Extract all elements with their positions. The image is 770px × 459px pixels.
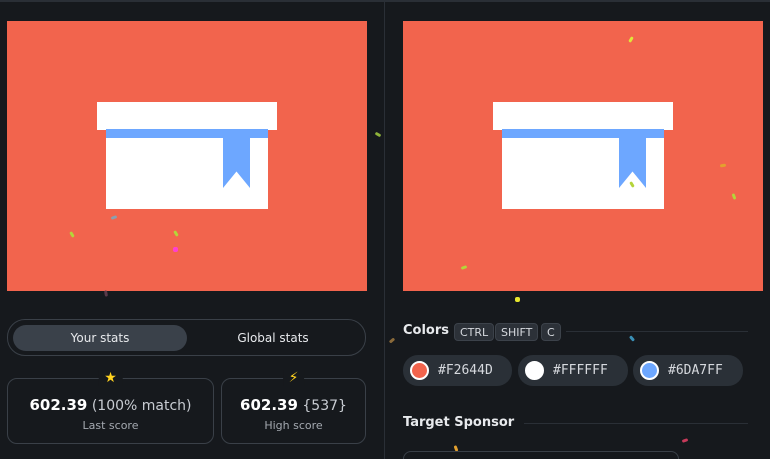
confetti-piece: [628, 335, 636, 342]
sponsor-divider: [524, 423, 748, 424]
colors-heading: Colors: [403, 323, 450, 338]
color-chip-1[interactable]: #F2644D: [403, 355, 512, 386]
color-hex: #6DA7FF: [668, 363, 723, 378]
color-swatch: [525, 361, 544, 380]
color-chip-2[interactable]: #FFFFFF: [518, 355, 628, 386]
stats-toggle: Your stats Global stats: [7, 319, 366, 356]
panel-divider: [384, 0, 385, 459]
high-score-detail: {537}: [302, 398, 347, 414]
star-icon: ★: [98, 370, 123, 386]
box-lid-shape: [493, 102, 673, 130]
confetti-piece: [460, 265, 468, 270]
shortcut-key-c: C: [541, 323, 561, 341]
color-swatch: [410, 361, 429, 380]
confetti-piece: [110, 215, 118, 220]
confetti-piece: [515, 297, 520, 302]
tab-your-stats[interactable]: Your stats: [13, 325, 187, 351]
shortcut-key-shift: SHIFT: [495, 323, 539, 341]
high-score-number: 602.39: [240, 396, 298, 414]
last-score-value: 602.39 (100% match): [8, 396, 213, 414]
high-score-label: High score: [264, 419, 323, 432]
user-canvas[interactable]: [7, 21, 367, 291]
box-lid-shape: [97, 102, 277, 130]
confetti-piece: [374, 131, 382, 138]
confetti-piece: [173, 230, 179, 237]
confetti-piece: [681, 438, 689, 443]
last-score-number: 602.39: [29, 396, 88, 414]
color-hex: #F2644D: [438, 363, 493, 378]
tab-global-stats[interactable]: Global stats: [186, 325, 360, 351]
lightning-icon: ⚡: [282, 370, 305, 386]
confetti-piece: [731, 193, 737, 200]
color-chip-3[interactable]: #6DA7FF: [633, 355, 743, 386]
top-border: [0, 0, 770, 2]
last-score-label: Last score: [82, 419, 139, 432]
color-hex: #FFFFFF: [553, 363, 608, 378]
target-sponsor-heading: Target Sponsor: [403, 415, 515, 430]
confetti-piece: [388, 337, 396, 344]
confetti-piece: [719, 163, 727, 168]
high-score-card: ⚡ 602.39 {537} High score: [221, 370, 366, 444]
colors-divider: [566, 331, 748, 332]
shortcut-key-ctrl: CTRL: [454, 323, 495, 341]
target-canvas: [403, 21, 763, 291]
confetti-piece: [69, 231, 75, 238]
high-score-value: 602.39 {537}: [222, 396, 365, 414]
sponsor-card[interactable]: [403, 451, 679, 459]
last-score-card: ★ 602.39 (100% match) Last score: [7, 370, 214, 444]
confetti-piece: [628, 36, 634, 43]
confetti-piece: [173, 247, 178, 252]
color-swatch: [640, 361, 659, 380]
confetti-piece: [104, 290, 108, 297]
last-score-match: (100% match): [91, 398, 192, 414]
